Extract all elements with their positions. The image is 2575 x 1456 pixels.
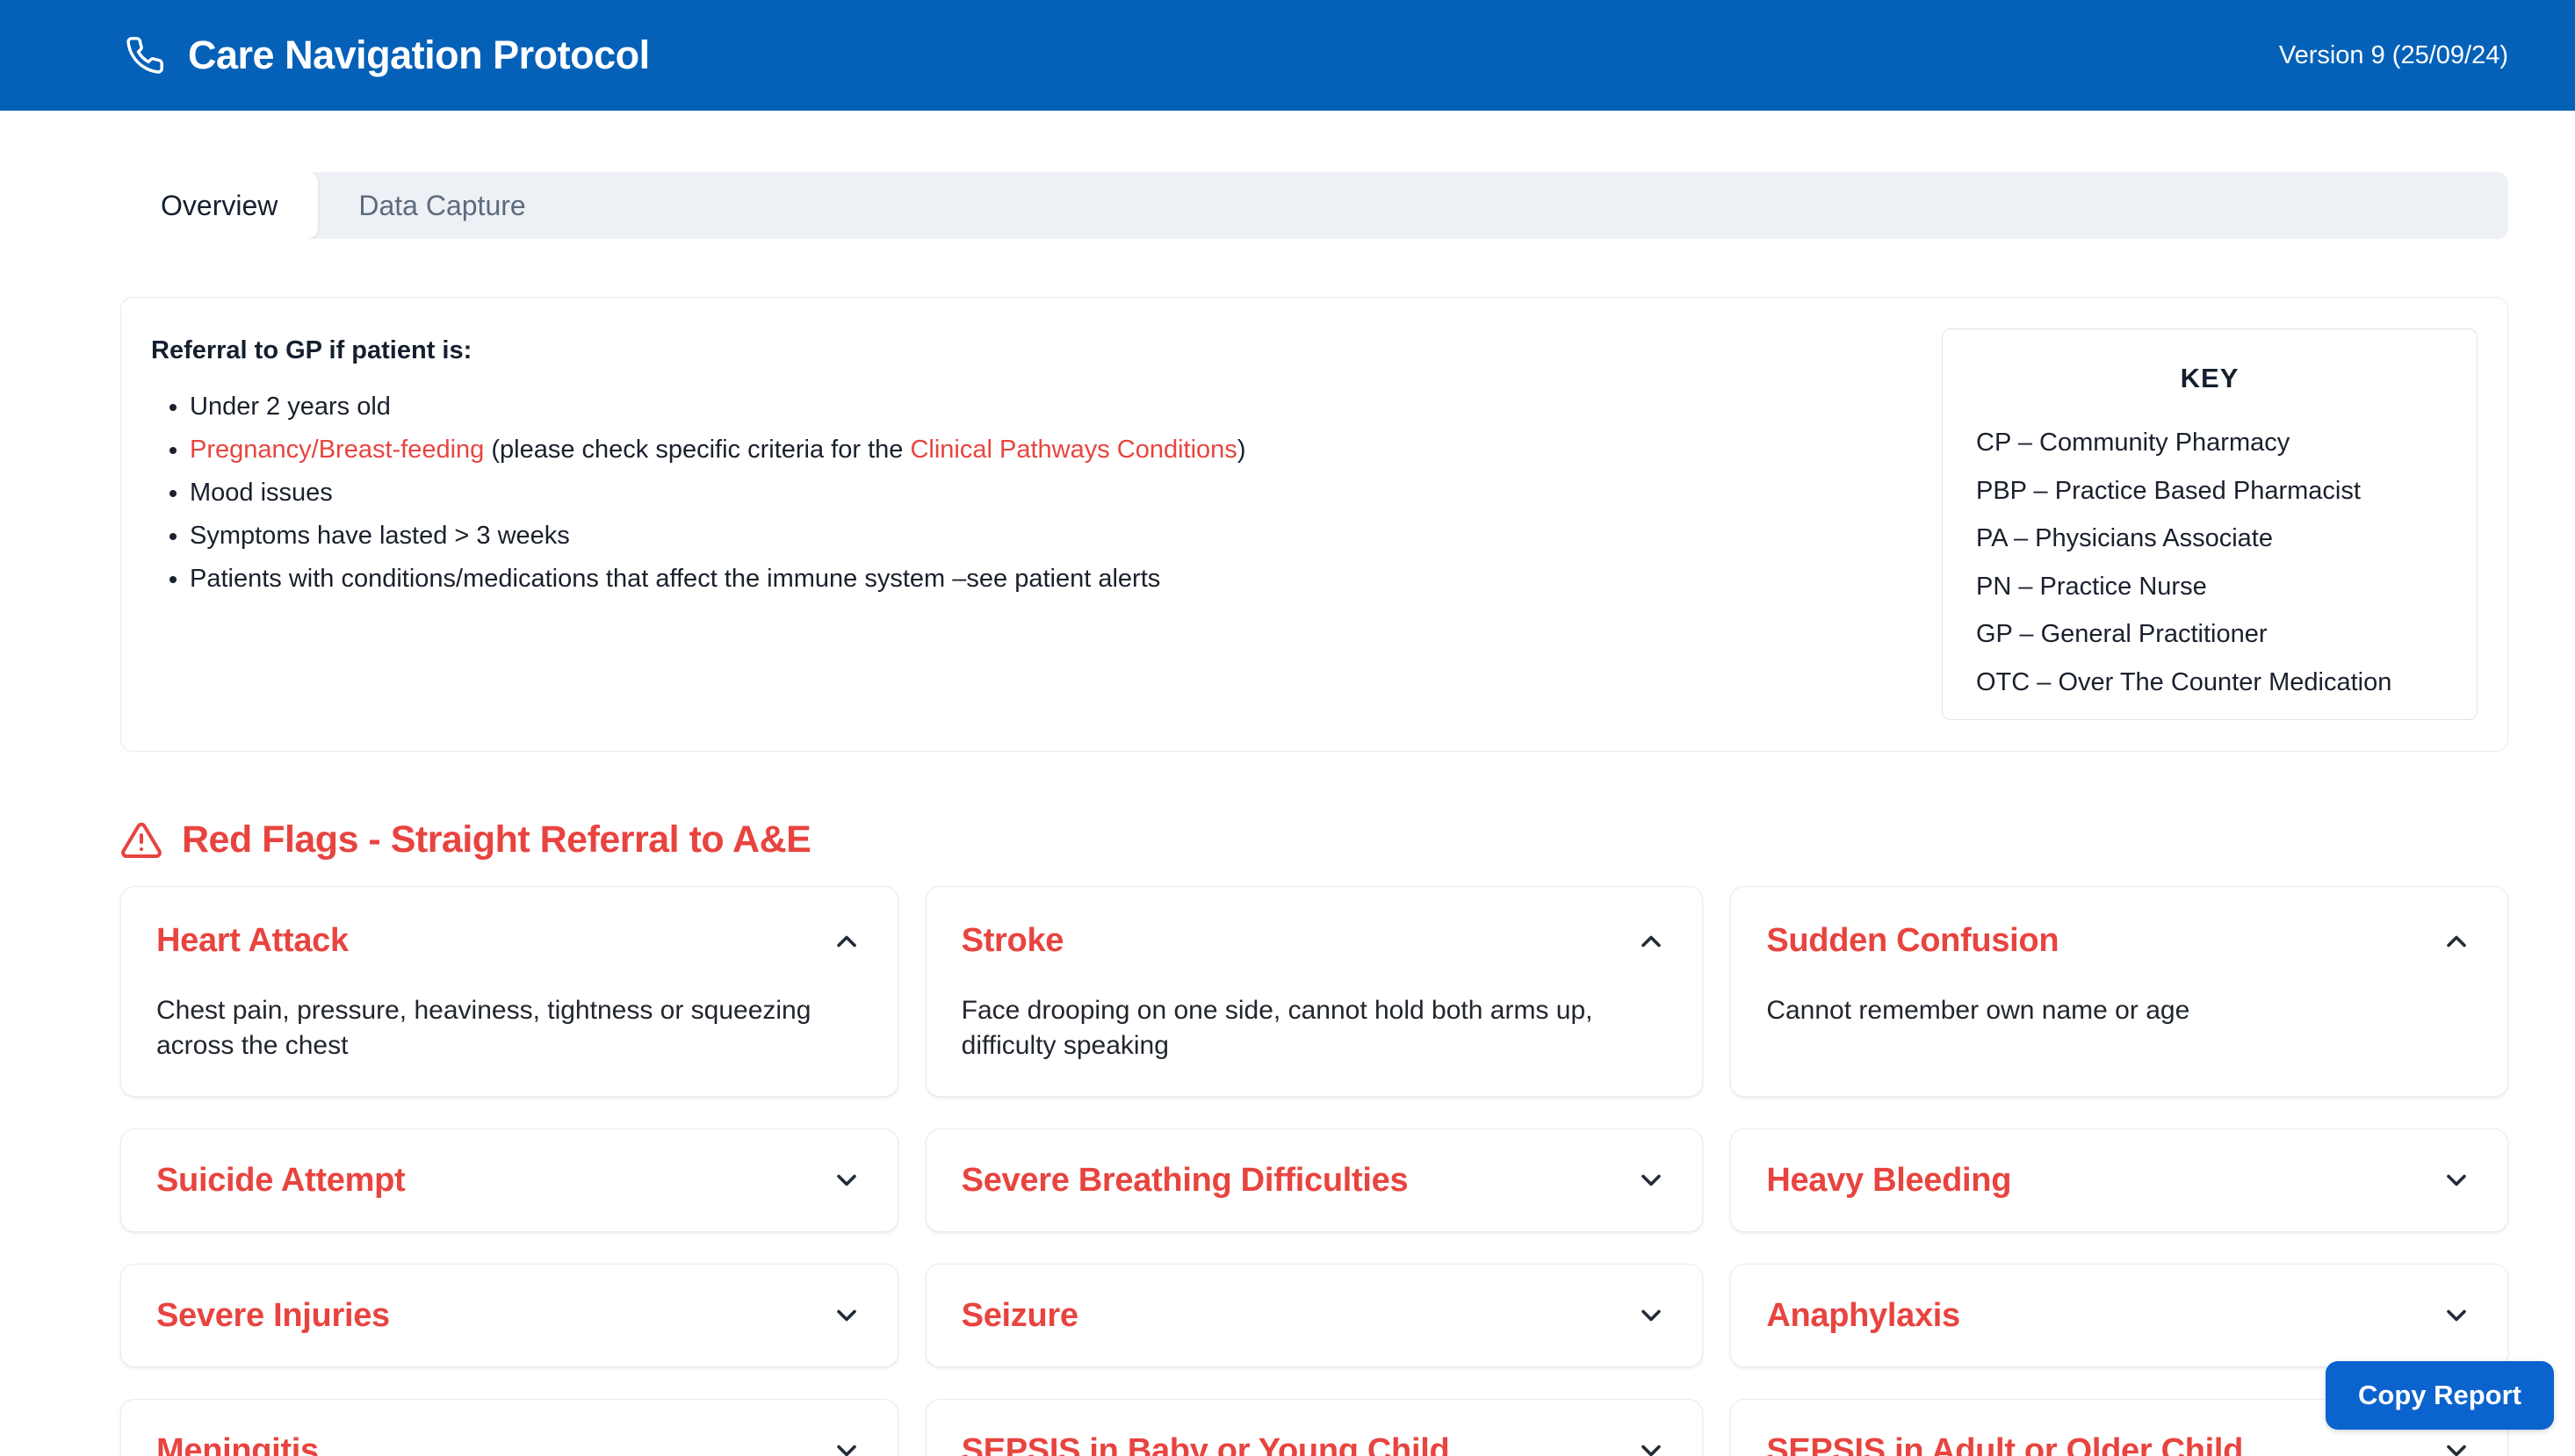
chevron-up-icon: [2441, 926, 2472, 957]
card-title: Suicide Attempt: [156, 1162, 405, 1200]
red-flag-card-heavy-bleeding[interactable]: Heavy Bleeding: [1730, 1128, 2508, 1232]
red-flag-card-seizure[interactable]: Seizure: [926, 1264, 1704, 1367]
card-title: SEPSIS in Baby or Young Child: [962, 1432, 1450, 1456]
chevron-up-icon: [831, 926, 862, 957]
chevron-down-icon: [831, 1435, 862, 1456]
referral-panel: Referral to GP if patient is: Under 2 ye…: [120, 297, 2508, 752]
referral-item-text: (please check specific criteria for the: [484, 436, 910, 464]
card-title: Heavy Bleeding: [1766, 1162, 2011, 1200]
key-item-pbp: PBP – Practice Based Pharmacist: [1976, 467, 2443, 515]
accordion-header[interactable]: Heavy Bleeding: [1766, 1162, 2472, 1200]
chevron-down-icon: [1635, 1300, 1667, 1331]
card-title: SEPSIS in Adult or Older Child: [1766, 1432, 2243, 1456]
red-flag-card-anaphylaxis[interactable]: Anaphylaxis: [1730, 1264, 2508, 1367]
accordion-header[interactable]: Sudden Confusion: [1766, 922, 2472, 960]
red-flags-title: Red Flags - Straight Referral to A&E: [182, 818, 811, 861]
red-flag-card-sudden-confusion[interactable]: Sudden Confusion Cannot remember own nam…: [1730, 886, 2508, 1097]
key-item-gp: GP – General Practitioner: [1976, 610, 2443, 659]
card-title: Anaphylaxis: [1766, 1297, 1960, 1335]
red-flags-heading: Red Flags - Straight Referral to A&E: [120, 818, 2508, 861]
card-title: Heart Attack: [156, 922, 349, 960]
card-title: Stroke: [962, 922, 1064, 960]
card-body: Cannot remember own name or age: [1766, 993, 2442, 1028]
accordion-header[interactable]: Severe Breathing Difficulties: [962, 1162, 1668, 1200]
referral-item-text: Patients with conditions/medications tha…: [190, 565, 1160, 593]
accordion-header[interactable]: Suicide Attempt: [156, 1162, 862, 1200]
key-legend-box: KEY CP – Community Pharmacy PBP – Practi…: [1942, 328, 2478, 720]
red-flags-grid: Heart Attack Chest pain, pressure, heavi…: [120, 886, 2508, 1456]
red-flag-card-severe-injuries[interactable]: Severe Injuries: [120, 1264, 898, 1367]
chevron-down-icon: [1635, 1164, 1667, 1196]
accordion-header[interactable]: SEPSIS in Adult or Older Child: [1766, 1432, 2472, 1456]
card-title: Sudden Confusion: [1766, 922, 2059, 960]
copy-report-button[interactable]: Copy Report: [2326, 1361, 2554, 1430]
pregnancy-highlight: Pregnancy/Breast-feeding: [190, 436, 484, 464]
chevron-down-icon: [831, 1300, 862, 1331]
chevron-down-icon: [2441, 1435, 2472, 1456]
accordion-header[interactable]: Heart Attack: [156, 922, 862, 960]
tab-data-capture[interactable]: Data Capture: [318, 172, 566, 239]
phone-icon: [125, 35, 165, 76]
referral-item-text: Under 2 years old: [190, 393, 391, 421]
accordion-header[interactable]: Severe Injuries: [156, 1297, 862, 1335]
clinical-pathways-link[interactable]: Clinical Pathways Conditions: [910, 436, 1237, 464]
version-label: Version 9 (25/09/24): [2279, 41, 2508, 70]
key-title: KEY: [1976, 363, 2443, 394]
accordion-header[interactable]: Anaphylaxis: [1766, 1297, 2472, 1335]
key-item-pa: PA – Physicians Associate: [1976, 515, 2443, 563]
referral-item-text: ): [1237, 436, 1246, 464]
tab-overview[interactable]: Overview: [120, 172, 318, 239]
referral-item-text: Mood issues: [190, 479, 333, 507]
red-flag-card-heart-attack[interactable]: Heart Attack Chest pain, pressure, heavi…: [120, 886, 898, 1097]
card-title: Severe Breathing Difficulties: [962, 1162, 1409, 1200]
page-title: Care Navigation Protocol: [188, 32, 650, 78]
red-flag-card-stroke[interactable]: Stroke Face drooping on one side, cannot…: [926, 886, 1704, 1097]
red-flag-card-suicide-attempt[interactable]: Suicide Attempt: [120, 1128, 898, 1232]
key-item-cp: CP – Community Pharmacy: [1976, 419, 2443, 467]
tab-bar: Overview Data Capture: [120, 172, 2508, 239]
chevron-down-icon: [831, 1164, 862, 1196]
red-flag-card-meningitis[interactable]: Meningitis: [120, 1399, 898, 1456]
app-header: Care Navigation Protocol Version 9 (25/0…: [0, 0, 2575, 111]
chevron-down-icon: [2441, 1164, 2472, 1196]
chevron-down-icon: [2441, 1300, 2472, 1331]
accordion-header[interactable]: Stroke: [962, 922, 1668, 960]
chevron-up-icon: [1635, 926, 1667, 957]
accordion-header[interactable]: Meningitis: [156, 1432, 862, 1456]
chevron-down-icon: [1635, 1435, 1667, 1456]
red-flag-card-sepsis-baby[interactable]: SEPSIS in Baby or Young Child: [926, 1399, 1704, 1456]
key-item-otc: OTC – Over The Counter Medication: [1976, 659, 2443, 707]
red-flag-card-severe-breathing[interactable]: Severe Breathing Difficulties: [926, 1128, 1704, 1232]
card-title: Seizure: [962, 1297, 1078, 1335]
card-body: Chest pain, pressure, heaviness, tightne…: [156, 993, 833, 1063]
key-item-pn: PN – Practice Nurse: [1976, 563, 2443, 611]
card-title: Severe Injuries: [156, 1297, 390, 1335]
card-title: Meningitis: [156, 1432, 319, 1456]
card-body: Face drooping on one side, cannot hold b…: [962, 993, 1638, 1063]
warning-triangle-icon: [120, 819, 162, 861]
accordion-header[interactable]: Seizure: [962, 1297, 1668, 1335]
referral-item-text: Symptoms have lasted > 3 weeks: [190, 522, 570, 550]
accordion-header[interactable]: SEPSIS in Baby or Young Child: [962, 1432, 1668, 1456]
